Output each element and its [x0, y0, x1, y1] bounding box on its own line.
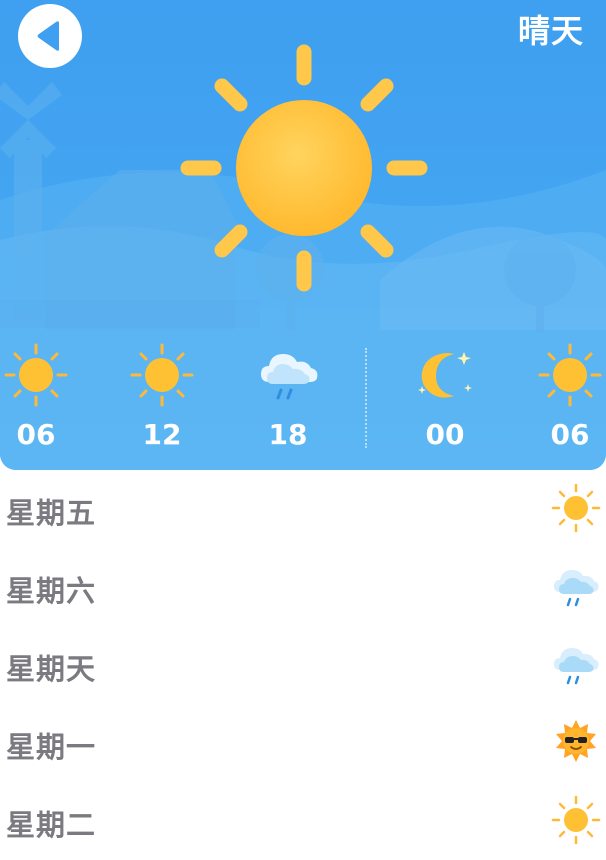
- weather-condition-title: 晴天: [517, 12, 584, 50]
- day-label: 星期六: [6, 574, 97, 608]
- hour-label: 06: [550, 418, 590, 451]
- sun-icon: [538, 343, 602, 407]
- daily-item[interactable]: 星期一: [0, 704, 606, 782]
- hour-label: 06: [16, 418, 56, 451]
- sun-icon: [180, 44, 428, 292]
- hour-label: 00: [425, 418, 465, 451]
- hourly-item: 12: [122, 340, 202, 460]
- back-button[interactable]: [18, 4, 82, 68]
- hourly-item: 18: [248, 340, 328, 460]
- day-label: 星期一: [6, 730, 97, 764]
- weather-header: 晴天 06 12 18 00 06: [0, 0, 606, 470]
- daily-item[interactable]: 星期二: [0, 782, 606, 860]
- back-arrow-icon: [37, 21, 59, 51]
- rain-cloud-icon: [261, 354, 318, 400]
- daily-item[interactable]: 星期五: [0, 470, 606, 548]
- daily-item[interactable]: 星期天: [0, 626, 606, 704]
- sun-sunglasses-icon: [556, 720, 596, 762]
- weather-app: 晴天 06 12 18 00 06 星期五 星期六 星期天 星期一 星期二: [0, 0, 606, 854]
- hourly-forecast: 06 12 18 00 06: [0, 340, 606, 460]
- hour-label: 12: [142, 418, 182, 451]
- sun-icon: [4, 343, 68, 407]
- sun-icon: [130, 343, 194, 407]
- hourly-item: 06: [0, 340, 76, 460]
- day-label: 星期天: [6, 652, 97, 686]
- daily-forecast-list: 星期五 星期六 星期天 星期一 星期二: [0, 470, 606, 860]
- rain-cloud-icon: [554, 648, 599, 685]
- moon-icon: [418, 352, 472, 398]
- sun-icon: [551, 483, 601, 533]
- daily-item[interactable]: 星期六: [0, 548, 606, 626]
- hourly-item: 00: [405, 340, 485, 460]
- day-label: 星期五: [6, 496, 97, 530]
- day-label: 星期二: [6, 808, 97, 842]
- hour-label: 18: [268, 418, 308, 451]
- hourly-item: 06: [530, 340, 606, 460]
- sun-icon: [551, 795, 601, 845]
- rain-cloud-icon: [554, 570, 599, 607]
